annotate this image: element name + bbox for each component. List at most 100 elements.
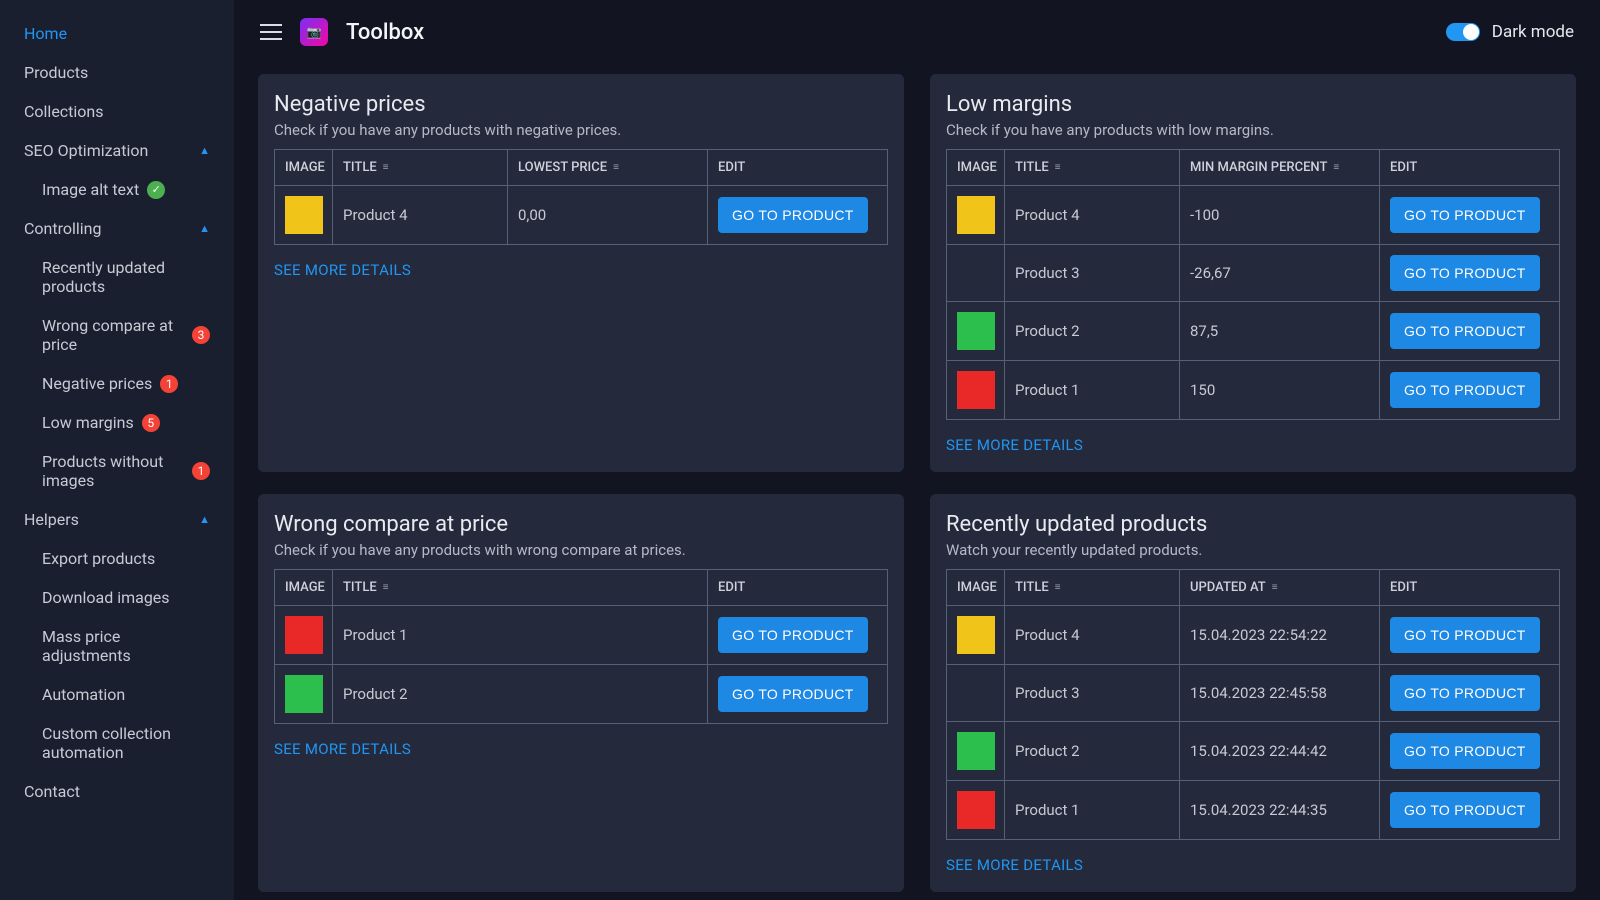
sidebar-item-products-without-images[interactable]: Products without images 1 — [0, 442, 234, 500]
sidebar-item-products[interactable]: Products — [0, 53, 234, 92]
sidebar-item-controlling[interactable]: Controlling ▲ — [0, 209, 234, 248]
sidebar-item-label: Image alt text — [42, 180, 139, 199]
go-to-product-button[interactable]: GO TO PRODUCT — [1390, 792, 1540, 828]
badge-count: 5 — [142, 414, 160, 432]
edit-cell: GO TO PRODUCT — [1380, 781, 1560, 840]
go-to-product-button[interactable]: GO TO PRODUCT — [1390, 372, 1540, 408]
wrong-compare-table: IMAGE TITLE≡ EDIT Product 1GO TO PRODUCT… — [274, 569, 888, 724]
edit-cell: GO TO PRODUCT — [1380, 606, 1560, 665]
th-title[interactable]: TITLE≡ — [333, 570, 708, 606]
sidebar-item-home[interactable]: Home — [0, 14, 234, 53]
table-row: Product 315.04.2023 22:45:58GO TO PRODUC… — [947, 665, 1560, 722]
sort-icon: ≡ — [1333, 162, 1339, 173]
edit-cell: GO TO PRODUCT — [708, 665, 888, 724]
th-title[interactable]: TITLE≡ — [333, 150, 508, 186]
sidebar-item-label: Low margins — [42, 413, 134, 432]
sidebar-item-download-images[interactable]: Download images — [0, 578, 234, 617]
low-margins-table: IMAGE TITLE≡ MIN MARGIN PERCENT≡ EDIT Pr… — [946, 149, 1560, 420]
edit-cell: GO TO PRODUCT — [1380, 245, 1560, 302]
sidebar-item-collections[interactable]: Collections — [0, 92, 234, 131]
go-to-product-button[interactable]: GO TO PRODUCT — [1390, 733, 1540, 769]
go-to-product-button[interactable]: GO TO PRODUCT — [1390, 255, 1540, 291]
chevron-up-icon: ▲ — [199, 144, 210, 157]
main: 📷 Toolbox Dark mode Negative prices Chec… — [234, 0, 1600, 900]
recently-updated-table: IMAGE TITLE≡ UPDATED AT≡ EDIT Product 41… — [946, 569, 1560, 840]
badge-count: 1 — [160, 375, 178, 393]
go-to-product-button[interactable]: GO TO PRODUCT — [1390, 617, 1540, 653]
go-to-product-button[interactable]: GO TO PRODUCT — [1390, 197, 1540, 233]
table-row: Product 40,00GO TO PRODUCT — [275, 186, 888, 245]
sidebar-item-contact[interactable]: Contact — [0, 772, 234, 811]
th-edit: EDIT — [708, 570, 888, 606]
updated-cell: 15.04.2023 22:54:22 — [1180, 606, 1380, 665]
sidebar-item-label: Products without images — [42, 452, 184, 490]
see-more-link[interactable]: SEE MORE DETAILS — [946, 436, 1560, 454]
sidebar-item-custom-collection[interactable]: Custom collection automation — [0, 714, 234, 772]
sidebar-item-wrong-compare[interactable]: Wrong compare at price 3 — [0, 306, 234, 364]
th-updated-at[interactable]: UPDATED AT≡ — [1180, 570, 1380, 606]
badge-count: 1 — [192, 462, 210, 480]
sidebar-item-seo[interactable]: SEO Optimization ▲ — [0, 131, 234, 170]
th-lowest-price[interactable]: LOWEST PRICE≡ — [508, 150, 708, 186]
sort-icon: ≡ — [1055, 162, 1061, 173]
sidebar-item-negative-prices[interactable]: Negative prices 1 — [0, 364, 234, 403]
image-cell — [947, 722, 1005, 781]
th-title[interactable]: TITLE≡ — [1005, 570, 1180, 606]
title-cell: Product 4 — [1005, 186, 1180, 245]
topbar: 📷 Toolbox Dark mode — [234, 0, 1600, 64]
go-to-product-button[interactable]: GO TO PRODUCT — [718, 676, 868, 712]
edit-cell: GO TO PRODUCT — [1380, 361, 1560, 420]
table-row: Product 2GO TO PRODUCT — [275, 665, 888, 724]
go-to-product-button[interactable]: GO TO PRODUCT — [1390, 313, 1540, 349]
sidebar-item-label: SEO Optimization — [24, 141, 148, 160]
sidebar-item-image-alt-text[interactable]: Image alt text ✓ — [0, 170, 234, 209]
sidebar-item-label: Wrong compare at price — [42, 316, 184, 354]
see-more-link[interactable]: SEE MORE DETAILS — [274, 261, 888, 279]
dark-mode-toggle[interactable] — [1446, 23, 1480, 41]
product-swatch — [285, 616, 323, 654]
sidebar-item-helpers[interactable]: Helpers ▲ — [0, 500, 234, 539]
th-image: IMAGE — [275, 150, 333, 186]
card-title: Wrong compare at price — [274, 512, 888, 537]
see-more-link[interactable]: SEE MORE DETAILS — [274, 740, 888, 758]
sidebar-item-automation[interactable]: Automation — [0, 675, 234, 714]
card-subtitle: Check if you have any products with wron… — [274, 541, 888, 559]
edit-cell: GO TO PRODUCT — [708, 606, 888, 665]
sidebar-item-export-products[interactable]: Export products — [0, 539, 234, 578]
go-to-product-button[interactable]: GO TO PRODUCT — [1390, 675, 1540, 711]
image-cell — [947, 781, 1005, 840]
card-title: Negative prices — [274, 92, 888, 117]
card-subtitle: Watch your recently updated products. — [946, 541, 1560, 559]
go-to-product-button[interactable]: GO TO PRODUCT — [718, 197, 868, 233]
sidebar-item-label: Helpers — [24, 510, 79, 529]
updated-cell: 15.04.2023 22:45:58 — [1180, 665, 1380, 722]
product-swatch — [285, 675, 323, 713]
image-cell — [947, 665, 1005, 722]
card-subtitle: Check if you have any products with nega… — [274, 121, 888, 139]
sidebar-item-label: Negative prices — [42, 374, 152, 393]
card-wrong-compare: Wrong compare at price Check if you have… — [258, 494, 904, 892]
sort-icon: ≡ — [613, 162, 619, 173]
sidebar-item-recently-updated[interactable]: Recently updated products — [0, 248, 234, 306]
go-to-product-button[interactable]: GO TO PRODUCT — [718, 617, 868, 653]
margin-cell: 150 — [1180, 361, 1380, 420]
chevron-up-icon: ▲ — [199, 222, 210, 235]
margin-cell: 87,5 — [1180, 302, 1380, 361]
sidebar-item-mass-price[interactable]: Mass price adjustments — [0, 617, 234, 675]
th-min-margin[interactable]: MIN MARGIN PERCENT≡ — [1180, 150, 1380, 186]
title-cell: Product 4 — [1005, 606, 1180, 665]
th-title[interactable]: TITLE≡ — [1005, 150, 1180, 186]
table-row: Product 287,5GO TO PRODUCT — [947, 302, 1560, 361]
negative-prices-table: IMAGE TITLE≡ LOWEST PRICE≡ EDIT Product … — [274, 149, 888, 245]
image-cell — [947, 361, 1005, 420]
image-cell — [275, 606, 333, 665]
menu-icon[interactable] — [260, 24, 282, 40]
product-swatch — [957, 312, 995, 350]
table-row: Product 3-26,67GO TO PRODUCT — [947, 245, 1560, 302]
see-more-link[interactable]: SEE MORE DETAILS — [946, 856, 1560, 874]
product-swatch — [957, 791, 995, 829]
sidebar-item-low-margins[interactable]: Low margins 5 — [0, 403, 234, 442]
sidebar: Home Products Collections SEO Optimizati… — [0, 0, 234, 900]
sort-icon: ≡ — [383, 582, 389, 593]
card-title: Recently updated products — [946, 512, 1560, 537]
